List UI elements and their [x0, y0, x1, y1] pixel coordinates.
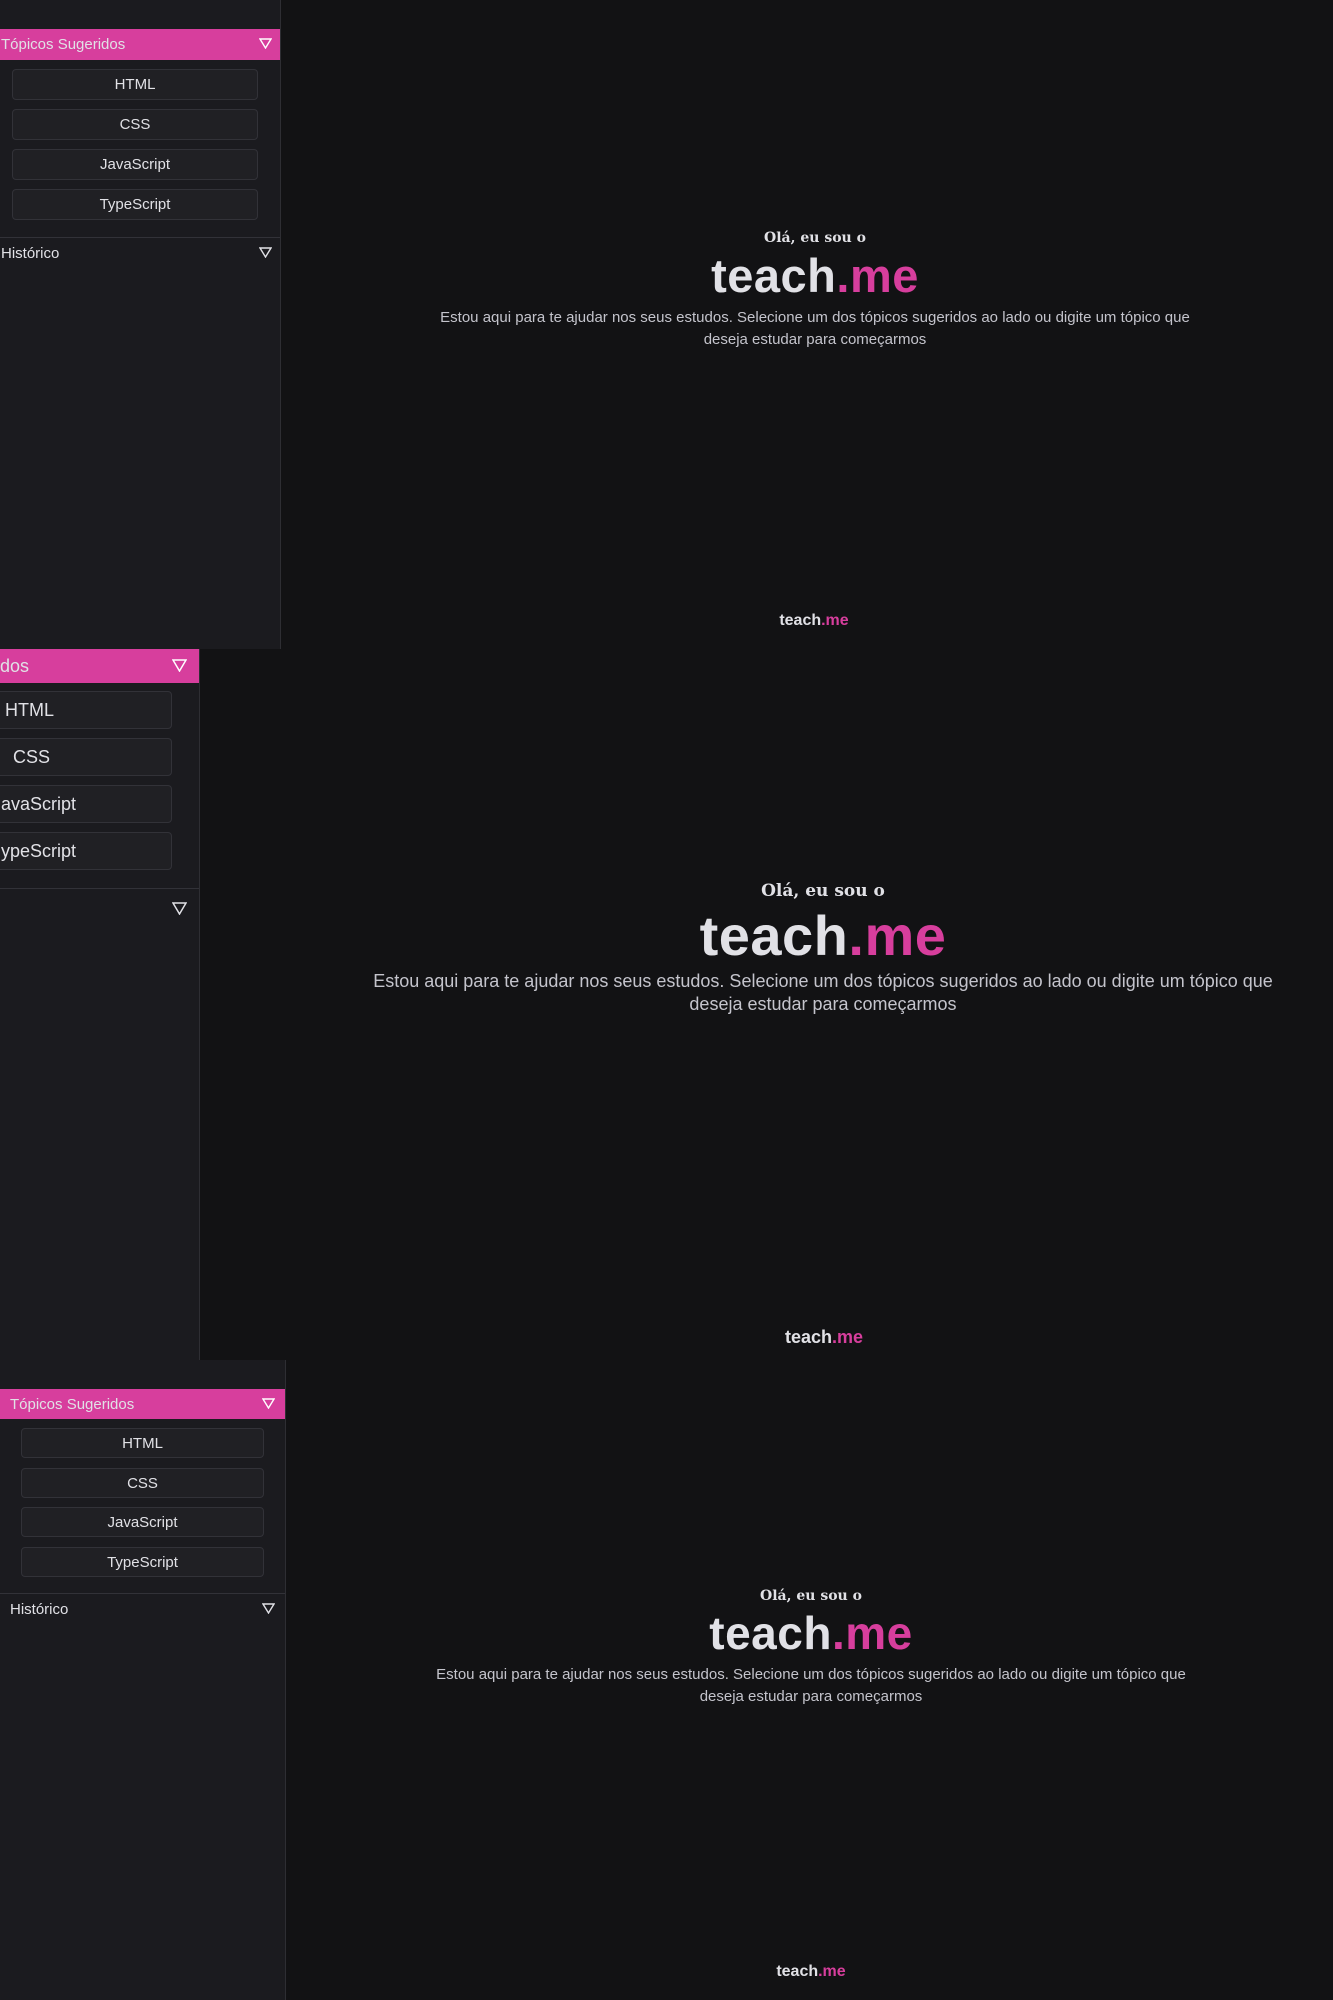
footer-brand-main: teach — [784, 1327, 832, 1347]
footer-brand-main: teach — [776, 1963, 819, 1980]
footer-brand-accent: .me — [818, 1963, 846, 1980]
brand-main: teach — [711, 249, 837, 302]
description-text: Estou aqui para te ajudar nos seus estud… — [440, 309, 1190, 348]
brand-accent: .me — [836, 249, 919, 302]
collapse-icon[interactable] — [261, 1601, 276, 1618]
topic-button-css[interactable]: CSS — [0, 738, 172, 776]
screenshot-panel-3: Tópicos Sugeridos HTML CSS JavaScript Ty… — [0, 1360, 1333, 2000]
suggested-topics-header[interactable]: dos — [0, 649, 199, 683]
topic-button-javascript[interactable]: JavaScript — [12, 149, 258, 180]
divider — [0, 237, 280, 238]
topic-button-css[interactable]: CSS — [12, 109, 258, 140]
topic-button-typescript[interactable]: TypeScript — [21, 1547, 264, 1577]
welcome-section: Olá, eu sou o teach.me Estou aqui para t… — [425, 1588, 1197, 1708]
collapse-icon[interactable] — [171, 899, 188, 920]
brand-main: teach — [699, 904, 849, 967]
history-header[interactable]: Histórico — [0, 240, 280, 267]
topic-button-html[interactable]: HTML — [12, 69, 258, 100]
collapse-icon[interactable] — [171, 656, 188, 677]
description-text: Estou aqui para te ajudar nos seus estud… — [373, 971, 1273, 1015]
footer-brand: teach.me — [710, 1327, 938, 1348]
sidebar: Tópicos Sugeridos HTML CSS JavaScript Ty… — [0, 0, 281, 649]
topic-button-css[interactable]: CSS — [21, 1468, 264, 1498]
welcome-section: Olá, eu sou o teach.me Estou aqui para t… — [370, 881, 1276, 1017]
suggested-topics-title: dos — [0, 655, 30, 676]
welcome-section: Olá, eu sou o teach.me Estou aqui para t… — [420, 230, 1210, 351]
suggested-topics-title: Tópicos Sugeridos — [1, 36, 126, 53]
topic-button-html[interactable]: HTML — [0, 691, 172, 729]
topic-button-typescript[interactable]: TypeScript — [12, 189, 258, 220]
topic-button-html[interactable]: HTML — [21, 1428, 264, 1458]
topic-button-javascript[interactable]: JavaScript — [21, 1507, 264, 1537]
collapse-icon[interactable] — [261, 1396, 276, 1413]
screenshot-panel-1: Tópicos Sugeridos HTML CSS JavaScript Ty… — [0, 0, 1333, 649]
topic-button-typescript[interactable]: ypeScript — [0, 832, 172, 870]
history-header[interactable] — [0, 894, 199, 924]
collapse-icon[interactable] — [258, 36, 273, 53]
brand-main: teach — [709, 1607, 832, 1659]
topic-button-javascript[interactable]: avaScript — [0, 785, 172, 823]
description-text: Estou aqui para te ajudar nos seus estud… — [436, 1666, 1186, 1705]
greeting-text: Olá, eu sou o — [761, 881, 885, 901]
history-header[interactable]: Histórico — [0, 1596, 285, 1622]
sidebar: Tópicos Sugeridos HTML CSS JavaScript Ty… — [0, 1360, 286, 2000]
brand-accent: .me — [831, 1607, 913, 1659]
screenshot-panel-2: dos HTML CSS avaScript ypeScript Olá, eu… — [0, 649, 1333, 1360]
collapse-icon[interactable] — [258, 245, 273, 262]
brand-logo: teach.me — [420, 248, 1210, 303]
greeting-text: Olá, eu sou o — [764, 230, 866, 246]
brand-accent: .me — [848, 904, 947, 967]
footer-brand: teach.me — [700, 612, 928, 630]
divider — [0, 1593, 285, 1594]
brand-logo: teach.me — [425, 1606, 1197, 1660]
greeting-text: Olá, eu sou o — [760, 1588, 862, 1604]
brand-logo: teach.me — [370, 903, 1276, 968]
history-title: Histórico — [1, 245, 60, 262]
sidebar: dos HTML CSS avaScript ypeScript — [0, 649, 200, 1360]
footer-brand-accent: .me — [832, 1327, 864, 1347]
footer-brand-accent: .me — [821, 612, 849, 629]
suggested-topics-header[interactable]: Tópicos Sugeridos — [0, 29, 280, 60]
suggested-topics-header[interactable]: Tópicos Sugeridos — [0, 1389, 285, 1419]
divider — [0, 888, 199, 889]
footer-brand-main: teach — [779, 612, 822, 629]
footer-brand: teach.me — [697, 1963, 925, 1981]
suggested-topics-title: Tópicos Sugeridos — [10, 1395, 135, 1413]
history-title: Histórico — [10, 1600, 69, 1618]
